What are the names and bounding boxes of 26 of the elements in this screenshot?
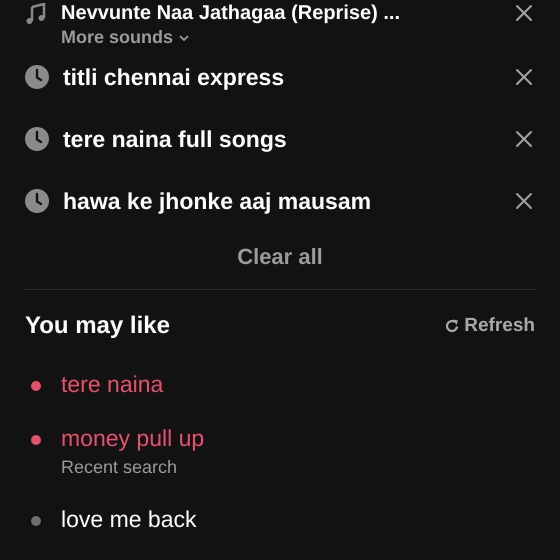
chevron-down-icon bbox=[179, 34, 190, 42]
remove-button[interactable] bbox=[513, 66, 535, 88]
recent-search-label: Recent search bbox=[61, 456, 178, 479]
search-history-item[interactable]: tere naina full songs bbox=[63, 122, 499, 156]
remove-button[interactable] bbox=[513, 2, 535, 24]
suggestion-item[interactable]: love me back bbox=[61, 504, 197, 535]
clear-all-button[interactable]: Clear all bbox=[237, 240, 323, 273]
more-sounds-button[interactable]: More sounds bbox=[61, 24, 190, 51]
close-icon bbox=[515, 68, 533, 86]
search-history-item[interactable]: titli chennai express bbox=[63, 60, 499, 94]
clock-icon bbox=[25, 65, 49, 89]
remove-button[interactable] bbox=[513, 128, 535, 150]
sound-title: Nevvunte Naa Jathagaa (Reprise) ... bbox=[61, 2, 402, 24]
close-icon bbox=[515, 4, 533, 22]
suggestion-item[interactable]: money pull up bbox=[61, 424, 204, 454]
refresh-icon bbox=[444, 318, 460, 334]
refresh-button[interactable]: Refresh bbox=[444, 312, 535, 340]
close-icon bbox=[515, 192, 533, 210]
clock-icon bbox=[25, 189, 49, 213]
clock-icon bbox=[25, 127, 49, 151]
search-history-item[interactable]: hawa ke jhonke aaj mausam bbox=[63, 184, 499, 218]
music-note-icon bbox=[25, 2, 47, 25]
close-icon bbox=[515, 130, 533, 148]
remove-button[interactable] bbox=[513, 190, 535, 212]
section-title: You may like bbox=[25, 311, 170, 341]
suggestion-item[interactable]: tere naina bbox=[61, 370, 164, 400]
